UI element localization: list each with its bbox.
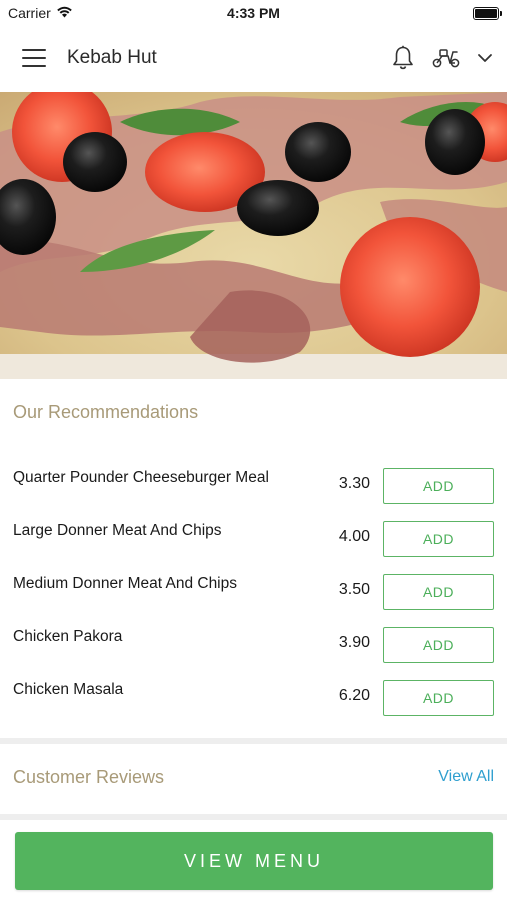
item-price: 4.00 [338,528,370,545]
status-right [379,6,502,20]
add-button[interactable]: ADD [383,574,494,610]
list-item: Quarter Pounder Cheeseburger Meal 3.30 A… [0,458,507,511]
view-all-link[interactable]: View All [438,768,494,786]
battery-icon [472,6,502,20]
item-name: Large Donner Meat And Chips [13,522,222,539]
list-item: Chicken Masala 6.20 ADD [0,670,507,723]
item-price: 6.20 [338,687,370,704]
status-bar: Carrier 4:33 PM [0,0,507,26]
hero-image [0,92,507,379]
item-name: Chicken Pakora [13,628,123,645]
add-button[interactable]: ADD [383,468,494,504]
add-button[interactable]: ADD [383,627,494,663]
item-price: 3.50 [338,581,370,598]
item-price: 3.90 [338,634,370,651]
recommendations-title: Our Recommendations [13,402,199,422]
chevron-down-icon[interactable] [477,53,493,63]
scooter-icon[interactable] [431,47,461,69]
item-name: Medium Donner Meat And Chips [13,575,238,592]
item-name: Chicken Masala [13,681,124,698]
carrier-label: Carrier [8,5,51,21]
list-item: Medium Donner Meat And Chips 3.50 ADD [0,564,507,617]
list-item: Large Donner Meat And Chips 4.00 ADD [0,511,507,564]
section-divider [0,814,507,820]
page-title: Kebab Hut [67,47,157,68]
app-header: Kebab Hut [0,26,507,90]
recommendations-list: Quarter Pounder Cheeseburger Meal 3.30 A… [0,458,507,723]
list-item: Chicken Pakora 3.90 ADD [0,617,507,670]
add-button[interactable]: ADD [383,680,494,716]
item-name: Quarter Pounder Cheeseburger Meal [13,469,269,486]
reviews-title: Customer Reviews [13,767,165,787]
wifi-icon [56,5,73,21]
item-price: 3.30 [338,475,370,492]
view-menu-button[interactable]: VIEW MENU [15,832,493,890]
status-time: 4:33 PM [227,5,280,21]
bell-icon[interactable] [391,45,415,71]
menu-icon[interactable] [22,49,46,67]
status-left: Carrier [8,5,128,21]
section-divider [0,738,507,744]
add-button[interactable]: ADD [383,521,494,557]
header-actions [391,45,493,71]
